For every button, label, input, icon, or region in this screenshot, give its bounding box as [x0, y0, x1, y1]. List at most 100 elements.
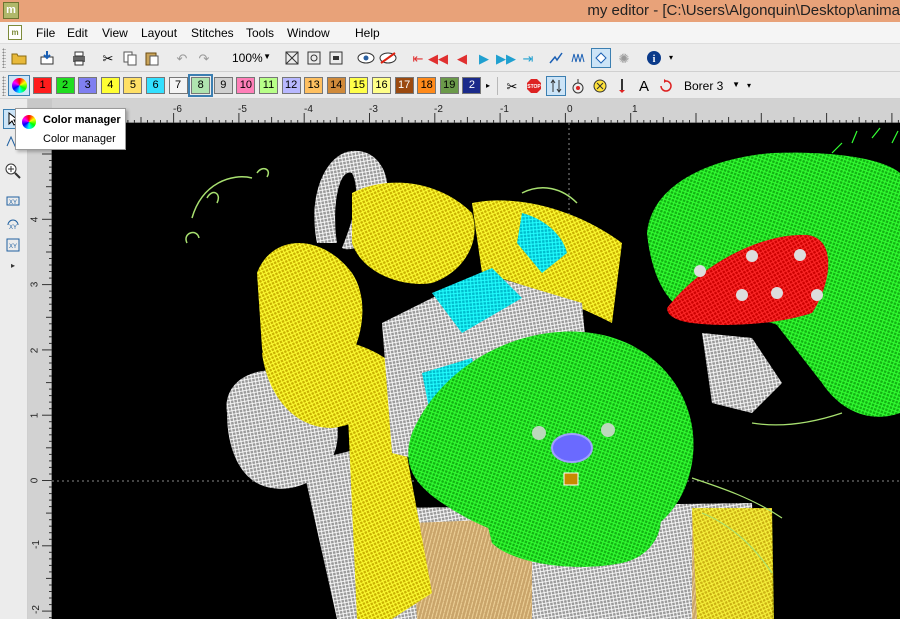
zoom-frame-icon[interactable]	[326, 48, 346, 68]
more-tools-icon[interactable]: ▸	[3, 255, 23, 275]
window-title: my editor - [C:\Users\Algonquin\Desktop\…	[587, 2, 900, 19]
text-icon[interactable]: A	[634, 76, 654, 96]
running-stitch-icon[interactable]	[546, 48, 566, 68]
color-chip[interactable]: 3	[78, 77, 98, 94]
color-chip[interactable]: 4	[100, 77, 120, 94]
first-stitch-icon[interactable]: ⇤	[408, 48, 428, 68]
color-chip[interactable]: 16	[372, 77, 391, 94]
separator	[497, 77, 498, 95]
last-stitch-icon[interactable]: ⇥	[518, 48, 538, 68]
zoom-all-icon[interactable]	[282, 48, 302, 68]
measure-icon[interactable]: XY	[3, 191, 23, 211]
info-icon[interactable]: i	[644, 48, 664, 68]
cut-icon[interactable]: ✂	[98, 48, 118, 68]
design-canvas[interactable]	[52, 123, 900, 619]
color-chip[interactable]: 2	[462, 77, 482, 94]
menu-view[interactable]: View	[102, 26, 128, 40]
ruler-label: -6	[173, 104, 182, 115]
fill-stitch-icon[interactable]	[591, 48, 611, 68]
color-wheel-icon	[22, 115, 36, 129]
hide-icon[interactable]	[378, 48, 398, 68]
color-chip[interactable]: 8	[188, 74, 214, 97]
color-chip[interactable]: 5	[123, 77, 143, 94]
left-toolbar: XY XY XY ▸	[0, 99, 28, 619]
step-forward-icon[interactable]: ▶	[474, 48, 494, 68]
borer-dropdown[interactable]: Borer 3 ▼	[682, 77, 742, 95]
ruler-label: 3	[29, 281, 41, 288]
rotate-icon[interactable]	[656, 76, 676, 96]
needle-trim-icon[interactable]	[546, 76, 566, 96]
fast-forward-icon[interactable]: ▶▶	[496, 48, 516, 68]
print-icon[interactable]	[69, 48, 89, 68]
app-icon[interactable]: m	[3, 2, 19, 19]
svg-text:XY: XY	[9, 200, 17, 206]
zoom-selection-icon[interactable]	[304, 48, 324, 68]
stop-icon[interactable]: STOP	[524, 76, 544, 96]
menu-file[interactable]: File	[36, 26, 55, 40]
color-chip[interactable]: 6	[146, 77, 165, 94]
paste-icon[interactable]	[142, 48, 162, 68]
color-manager-button[interactable]	[8, 75, 30, 96]
color-chip[interactable]: 15	[349, 77, 369, 94]
color-chip[interactable]: 1	[33, 77, 52, 94]
menu-tools[interactable]: Tools	[246, 26, 274, 40]
menu-stitches[interactable]: Stitches	[191, 26, 234, 40]
menu-window[interactable]: Window	[287, 26, 330, 40]
rewind-icon[interactable]: ◀◀	[428, 48, 448, 68]
color-chip[interactable]: 14	[326, 77, 346, 94]
rotate-tool-icon[interactable]: XY	[3, 213, 23, 233]
show-icon[interactable]	[356, 48, 376, 68]
ruler-label: -3	[369, 104, 378, 115]
menu-bar: m File Edit View Layout Stitches Tools W…	[0, 22, 900, 44]
color-chip[interactable]: 19	[439, 77, 459, 94]
svg-text:XY: XY	[9, 225, 17, 231]
zoom-in-icon[interactable]	[3, 161, 23, 181]
toolbar-overflow-icon[interactable]: ▾	[666, 48, 676, 68]
copy-icon[interactable]	[120, 48, 140, 68]
ruler-label: -4	[304, 104, 313, 115]
color-toolbar: 1 2 3 4 5 6 7 8 9 10 11 12 13 14 15 16 17 18 19 2 ▸ ✂ STOP …	[0, 72, 900, 99]
scissors-icon[interactable]: ✂	[502, 76, 522, 96]
svg-text:XY: XY	[9, 244, 17, 250]
jump-icon[interactable]	[568, 76, 588, 96]
color-chip[interactable]: 9	[213, 77, 233, 94]
color-chip[interactable]: 10	[236, 77, 256, 94]
loading-icon[interactable]: ✺	[614, 48, 634, 68]
color-wheel-icon	[11, 78, 27, 93]
horizontal-ruler: -6 -5 -4 -3 -2 -1 0 1	[28, 99, 900, 123]
document-icon[interactable]: m	[8, 25, 22, 40]
scale-tool-icon[interactable]: XY	[3, 235, 23, 255]
vertical-ruler: 4 3 2 1 0 -1 -2	[28, 123, 52, 619]
color-manager-tooltip: Color manager Color manager	[15, 108, 126, 150]
step-back-icon[interactable]: ◀	[452, 48, 472, 68]
menu-help[interactable]: Help	[355, 26, 380, 40]
import-icon[interactable]	[37, 48, 57, 68]
satin-stitch-icon[interactable]	[568, 48, 588, 68]
tooltip-title: Color manager	[43, 114, 121, 126]
open-folder-icon[interactable]	[9, 48, 29, 68]
ruler-label: 2	[29, 347, 41, 354]
toolbar-grip[interactable]	[2, 48, 6, 68]
ruler-label: -1	[500, 104, 509, 115]
svg-text:STOP: STOP	[527, 84, 541, 90]
redo-icon[interactable]: ↷	[194, 48, 214, 68]
sequin-icon[interactable]	[590, 76, 610, 96]
chevron-down-icon: ▼	[263, 52, 271, 61]
ruler-label: 0	[567, 104, 573, 115]
zoom-dropdown[interactable]: 100% ▼	[224, 49, 274, 67]
undo-icon[interactable]: ↶	[172, 48, 192, 68]
menu-edit[interactable]: Edit	[67, 26, 88, 40]
color-chip[interactable]: 13	[304, 77, 324, 94]
toolbar-overflow-icon[interactable]: ▾	[744, 76, 754, 96]
color-chip[interactable]: 17	[394, 77, 414, 94]
color-chip[interactable]: 7	[168, 77, 188, 94]
needle-icon[interactable]	[612, 76, 632, 96]
color-chip[interactable]: 2	[55, 77, 75, 94]
ruler-label: -5	[238, 104, 247, 115]
color-chip[interactable]: 12	[281, 77, 301, 94]
colors-more-icon[interactable]: ▸	[483, 76, 493, 96]
color-chip[interactable]: 11	[259, 77, 278, 94]
menu-layout[interactable]: Layout	[141, 26, 177, 40]
toolbar-grip[interactable]	[2, 76, 6, 96]
color-chip[interactable]: 18	[417, 77, 437, 94]
